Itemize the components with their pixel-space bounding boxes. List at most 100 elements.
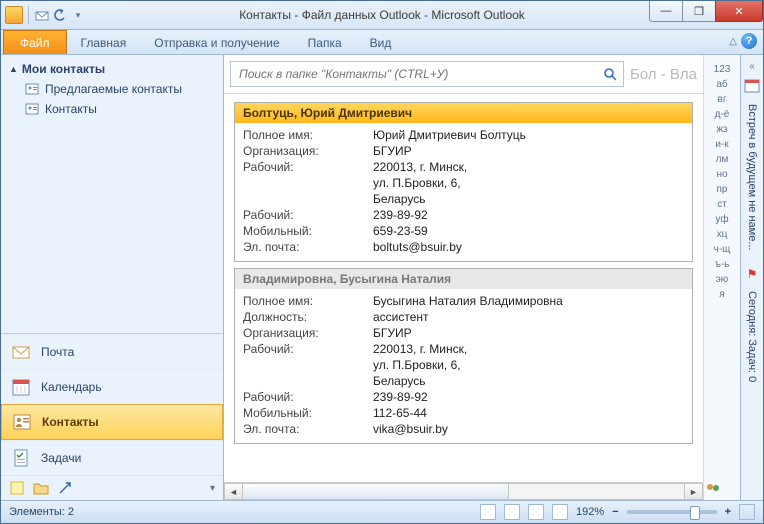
contact-field-row: Рабочий:239-89-92 — [243, 207, 684, 223]
zoom-in-button[interactable]: + — [725, 506, 731, 518]
field-value: Бусыгина Наталия Владимировна — [373, 293, 684, 309]
search-box[interactable] — [230, 61, 624, 87]
expand-todo-icon[interactable]: « — [749, 61, 755, 72]
ribbon-tab[interactable]: Вид — [356, 32, 406, 54]
contact-cards[interactable]: Болтуць, Юрий ДмитриевичПолное имя:Юрий … — [224, 94, 703, 482]
main-pane: Бол - Вла Болтуць, Юрий ДмитриевичПолное… — [224, 55, 703, 500]
nav-section[interactable]: Задачи — [1, 440, 223, 475]
scroll-thumb[interactable] — [243, 484, 509, 499]
alpha-index-item[interactable]: и-к — [704, 138, 740, 151]
alpha-index-item[interactable]: ъ-ь — [704, 258, 740, 271]
nav-section[interactable]: Календарь — [1, 369, 223, 404]
nav-header-my-contacts[interactable]: ▲ Мои контакты — [3, 59, 221, 79]
help-icon[interactable]: ? — [741, 33, 757, 49]
field-label — [243, 191, 373, 207]
zoom-thumb[interactable] — [690, 506, 700, 520]
view-cards-icon[interactable] — [480, 504, 496, 520]
alpha-index-item[interactable]: жз — [704, 123, 740, 136]
nav-section[interactable]: Контакты — [1, 404, 223, 440]
ribbon-right: △ ? — [729, 33, 757, 49]
ribbon-tab[interactable]: Папка — [294, 32, 356, 54]
contact-field-row: ул. П.Бровки, 6, — [243, 175, 684, 191]
nav-section-label: Почта — [41, 345, 74, 359]
alpha-index-item[interactable]: аб — [704, 78, 740, 91]
contact-field-row: Рабочий:220013, г. Минск, — [243, 159, 684, 175]
todo-bar: « Встреч в будущем не наме... ⚑ Сегодня:… — [740, 55, 763, 500]
scroll-right-button[interactable]: ► — [684, 483, 703, 500]
minimize-button[interactable]: — — [649, 1, 683, 22]
minimize-ribbon-icon[interactable]: △ — [729, 36, 737, 47]
view-phone-icon[interactable] — [552, 504, 568, 520]
nav-section-icon — [11, 448, 31, 468]
search-input[interactable] — [237, 66, 603, 82]
alpha-index-item[interactable]: лм — [704, 153, 740, 166]
alpha-index-item[interactable]: ст — [704, 198, 740, 211]
contact-card-header: Владимировна, Бусыгина Наталия — [235, 269, 692, 289]
people-pane-icon[interactable] — [704, 481, 740, 500]
alpha-index-item[interactable]: ч-щ — [704, 243, 740, 256]
nav-section-label: Задачи — [41, 451, 81, 465]
scroll-left-button[interactable]: ◄ — [224, 483, 243, 500]
alpha-index-item[interactable]: 123 — [704, 63, 740, 76]
alpha-index-item[interactable]: я — [704, 288, 740, 301]
search-bar: Бол - Вла — [224, 55, 703, 94]
field-label: Организация: — [243, 143, 373, 159]
nav-section-icon — [12, 412, 32, 432]
contact-field-row: Беларусь — [243, 373, 684, 389]
horizontal-scrollbar[interactable]: ◄ ► — [224, 482, 703, 500]
ribbon-tab[interactable]: Отправка и получение — [140, 32, 293, 54]
scroll-track[interactable] — [243, 483, 684, 500]
outlook-window: ▾ Контакты - Файл данных Outlook - Micro… — [0, 0, 764, 524]
send-receive-icon[interactable] — [34, 7, 50, 23]
folder-icon[interactable] — [33, 480, 49, 496]
alpha-index-item[interactable]: уф — [704, 213, 740, 226]
fit-icon[interactable] — [739, 504, 755, 520]
contacts-folder-icon — [25, 82, 39, 96]
field-label: Мобильный: — [243, 223, 373, 239]
calendar-mini-icon[interactable] — [744, 78, 760, 94]
contacts-folder-icon — [25, 102, 39, 116]
zoom-out-button[interactable]: − — [612, 506, 618, 518]
field-value: boltuts@bsuir.by — [373, 239, 684, 255]
todo-tasks-label: Сегодня: Задач: 0 — [746, 291, 758, 382]
nav-folder[interactable]: Контакты — [3, 99, 221, 119]
undo-icon[interactable] — [52, 7, 68, 23]
view-list-icon[interactable] — [528, 504, 544, 520]
alpha-index-item[interactable]: пр — [704, 183, 740, 196]
search-icon[interactable] — [603, 67, 617, 81]
nav-section[interactable]: Почта — [1, 334, 223, 369]
alpha-index-item[interactable]: вг — [704, 93, 740, 106]
contact-card-body: Полное имя:Бусыгина Наталия Владимировна… — [235, 289, 692, 443]
zoom-slider[interactable] — [627, 510, 717, 514]
nav-configure-icon[interactable]: ▾ — [210, 483, 215, 494]
contact-card[interactable]: Владимировна, Бусыгина НаталияПолное имя… — [234, 268, 693, 444]
field-value: ул. П.Бровки, 6, — [373, 357, 684, 373]
maximize-button[interactable]: ❐ — [682, 1, 716, 22]
field-value: 220013, г. Минск, — [373, 159, 684, 175]
qat-dropdown[interactable]: ▾ — [70, 7, 86, 23]
field-value: ассистент — [373, 309, 684, 325]
nav-section-label: Контакты — [42, 415, 99, 429]
nav-folder[interactable]: Предлагаемые контакты — [3, 79, 221, 99]
notes-icon[interactable] — [9, 480, 25, 496]
field-value: Беларусь — [373, 373, 684, 389]
file-tab[interactable]: Файл — [3, 30, 67, 54]
alpha-index-item[interactable]: хц — [704, 228, 740, 241]
view-business-icon[interactable] — [504, 504, 520, 520]
contact-field-row: Эл. почта:boltuts@bsuir.by — [243, 239, 684, 255]
ribbon-tab[interactable]: Главная — [67, 32, 141, 54]
nav-sections: Почта Календарь Контакты Задачи — [1, 333, 223, 475]
close-button[interactable]: ✕ — [715, 1, 763, 22]
alpha-index-item[interactable]: эю — [704, 273, 740, 286]
flag-icon: ⚑ — [747, 267, 758, 281]
shortcuts-icon[interactable] — [57, 480, 73, 496]
nav-folder-label: Предлагаемые контакты — [45, 82, 182, 96]
field-value: vika@bsuir.by — [373, 421, 684, 437]
field-label: Организация: — [243, 325, 373, 341]
nav-tree: ▲ Мои контакты Предлагаемые контакты Конт… — [1, 55, 223, 333]
contact-field-row: Должность:ассистент — [243, 309, 684, 325]
contact-card[interactable]: Болтуць, Юрий ДмитриевичПолное имя:Юрий … — [234, 102, 693, 262]
contact-field-row: Рабочий:239-89-92 — [243, 389, 684, 405]
alpha-index-item[interactable]: но — [704, 168, 740, 181]
alpha-index-item[interactable]: д-ё — [704, 108, 740, 121]
